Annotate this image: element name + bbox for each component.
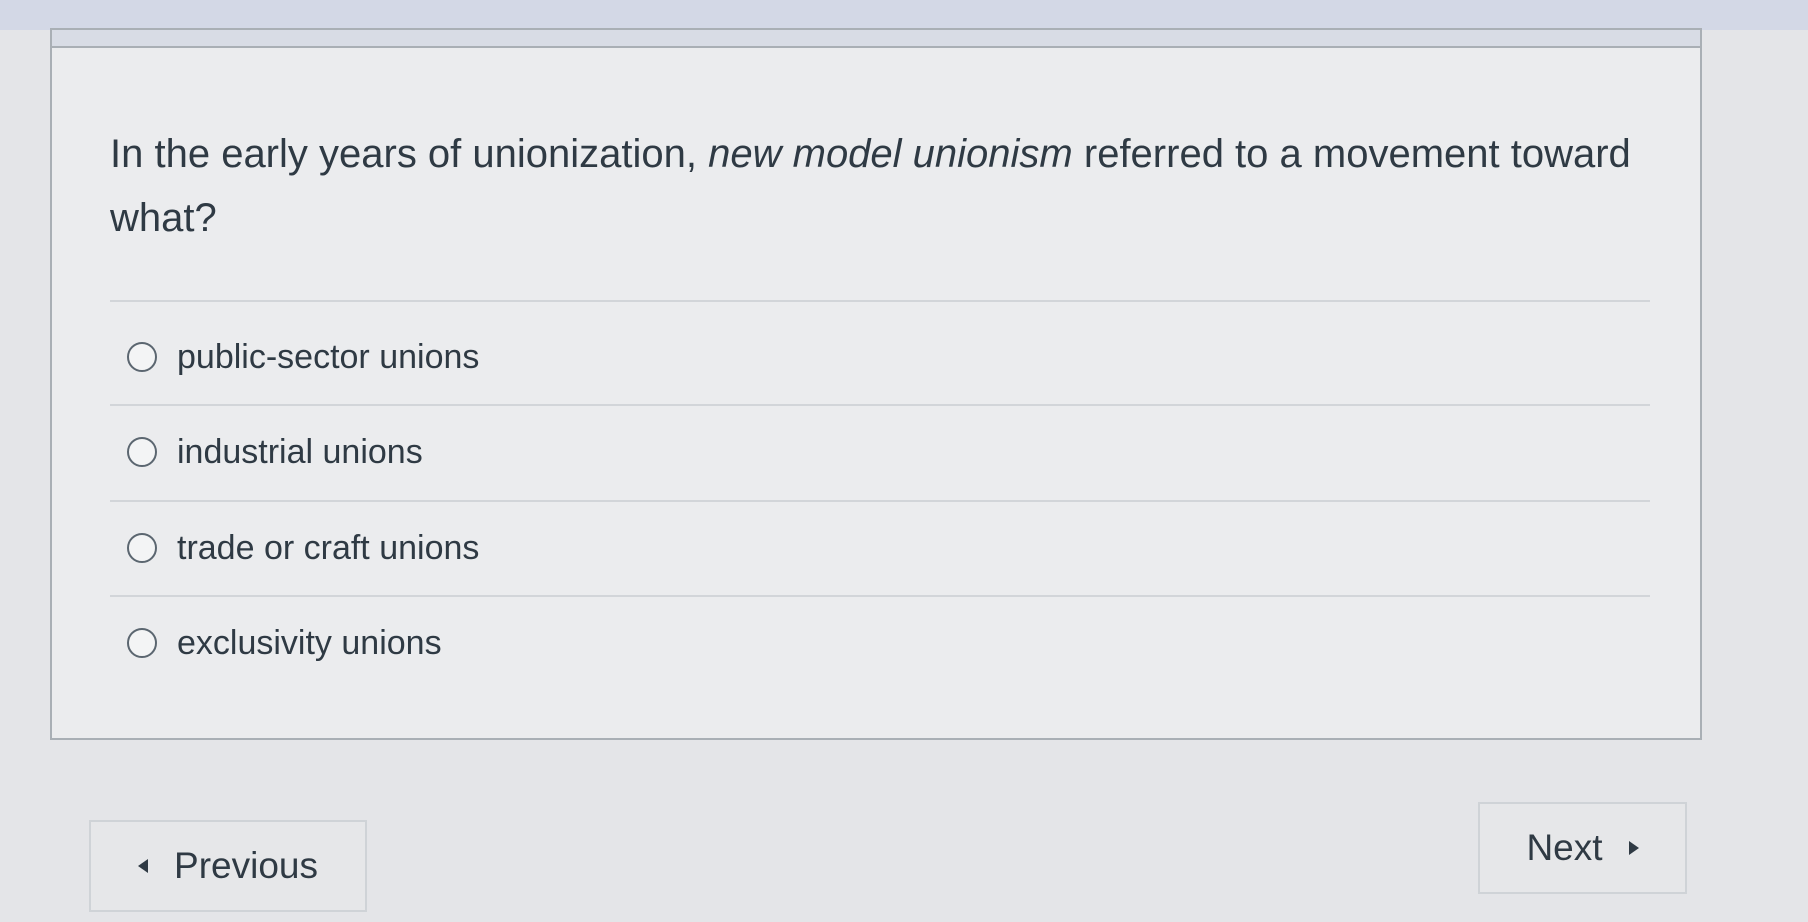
radio-button[interactable] bbox=[127, 342, 157, 372]
radio-button[interactable] bbox=[127, 437, 157, 467]
previous-button-label: Previous bbox=[174, 845, 318, 886]
answer-option-trade-or-craft-unions[interactable]: trade or craft unions bbox=[127, 518, 479, 578]
next-button[interactable]: Next bbox=[1478, 802, 1687, 894]
question-text: In the early years of unionization, new … bbox=[110, 122, 1670, 250]
answer-option-public-sector-unions[interactable]: public-sector unions bbox=[127, 327, 479, 387]
top-band bbox=[0, 0, 1808, 30]
answer-label: industrial unions bbox=[177, 432, 423, 471]
question-card: In the early years of unionization, new … bbox=[50, 28, 1702, 740]
answer-divider bbox=[110, 500, 1650, 502]
answer-option-exclusivity-unions[interactable]: exclusivity unions bbox=[127, 613, 442, 673]
answer-label: public-sector unions bbox=[177, 337, 480, 376]
question-text-italic-term: new model unionism bbox=[708, 132, 1073, 176]
answer-divider bbox=[110, 595, 1650, 597]
answer-label: trade or craft unions bbox=[177, 528, 480, 567]
question-card-header bbox=[52, 30, 1700, 48]
answer-divider bbox=[110, 404, 1650, 406]
triangle-right-icon bbox=[1628, 841, 1639, 855]
answer-divider bbox=[110, 300, 1650, 302]
answer-label: exclusivity unions bbox=[177, 623, 442, 662]
next-button-label: Next bbox=[1526, 827, 1603, 868]
triangle-left-icon bbox=[138, 859, 149, 873]
radio-button[interactable] bbox=[127, 628, 157, 658]
answer-option-industrial-unions[interactable]: industrial unions bbox=[127, 422, 423, 482]
question-text-start: In the early years of unionization, bbox=[110, 132, 709, 176]
radio-button[interactable] bbox=[127, 533, 157, 563]
previous-button[interactable]: Previous bbox=[89, 820, 367, 912]
